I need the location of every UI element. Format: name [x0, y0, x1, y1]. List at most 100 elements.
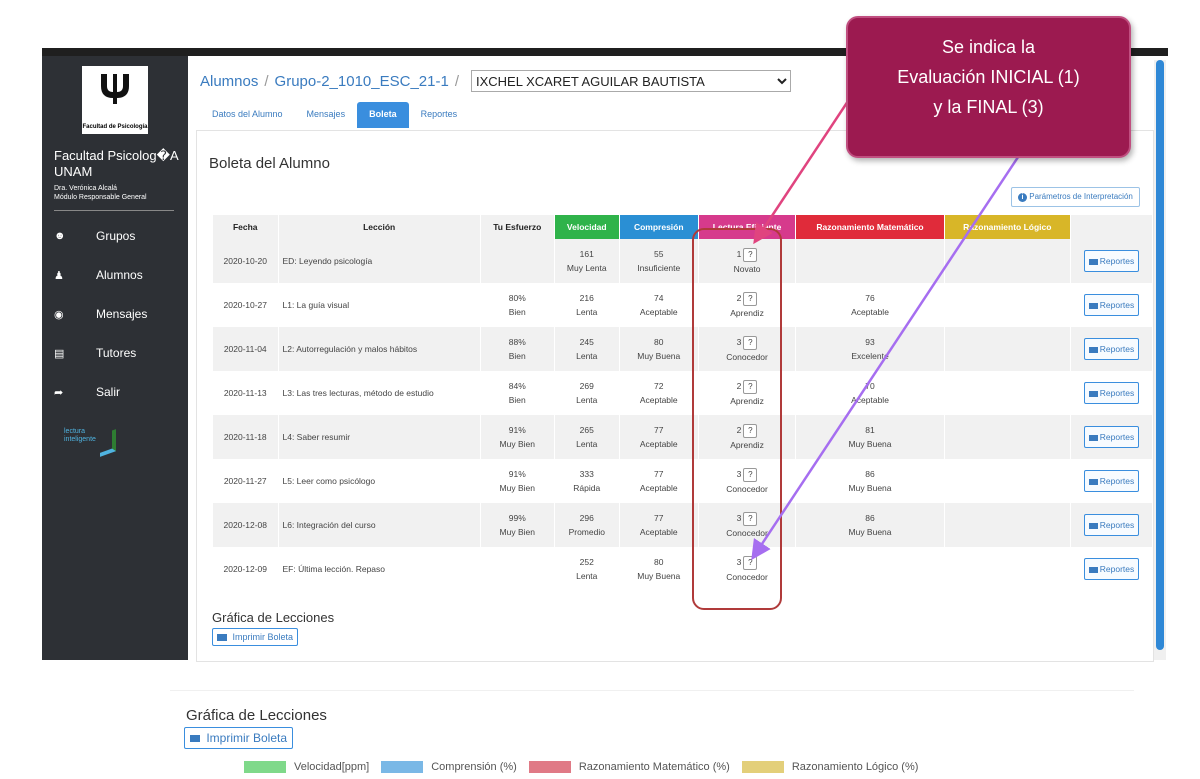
reportes-button[interactable]: Reportes	[1083, 338, 1140, 360]
sidebar-item-tutores[interactable]: ▤ Tutores	[54, 343, 136, 363]
tab-reportes[interactable]: Reportes	[409, 102, 470, 128]
reportes-button[interactable]: Reportes	[1083, 470, 1140, 492]
cell-razonamiento-logico	[944, 283, 1072, 327]
cell-leccion-text: L6: Integración del curso	[282, 520, 376, 530]
grafica-section: Gráfica de Lecciones Imprimir Boleta Vel…	[170, 690, 1134, 779]
cell-razonamiento-matematico: 93 Excelente	[795, 327, 945, 371]
cell-razonamiento-matematico-text: 86	[865, 469, 875, 479]
cell-fecha-text: 2020-11-04	[223, 344, 267, 354]
sidebar-item-mensajes[interactable]: ◉ Mensajes	[54, 304, 147, 324]
envelope-icon	[1088, 302, 1098, 309]
cell-velocidad: 333 Rápida	[554, 459, 620, 503]
cell-razonamiento-logico	[944, 459, 1072, 503]
cell-comprension-text: Aceptable	[639, 439, 678, 449]
table-row: 2020-12-09 EF: Última lección. Repaso 252 L…	[213, 547, 1153, 591]
info-icon: i	[1018, 193, 1027, 202]
grafica-title-small: Gráfica de Lecciones	[212, 610, 335, 625]
cell-razonamiento-logico	[944, 547, 1072, 591]
sidebar-item-label: Alumnos	[96, 268, 143, 282]
panel-title: Boleta del Alumno	[209, 155, 330, 172]
reportes-button[interactable]: Reportes	[1083, 250, 1140, 272]
reportes-button[interactable]: Reportes	[1083, 426, 1140, 448]
breadcrumb-alumnos[interactable]: Alumnos	[200, 73, 258, 90]
reportes-button[interactable]: Reportes	[1083, 514, 1140, 536]
tab-boleta[interactable]: Boleta	[357, 102, 409, 128]
cell-fecha: 2020-12-09	[213, 547, 279, 591]
cell-comprension-text: 80	[654, 557, 664, 567]
cell-razonamiento-matematico: 86 Muy Buena	[795, 503, 945, 547]
envelope-icon	[190, 735, 200, 743]
lectura-inteligente-logo: lectura inteligente	[64, 428, 116, 457]
cell-velocidad: 265 Lenta	[554, 415, 620, 459]
cell-esfuerzo: 91% Muy Bien	[480, 415, 555, 459]
print-boleta-button[interactable]: Imprimir Boleta	[184, 727, 294, 749]
envelope-icon	[1088, 258, 1098, 265]
breadcrumb-group[interactable]: Grupo-2_1010_ESC_21-1	[275, 73, 449, 90]
params-label: Parámetros de Interpretación	[1029, 192, 1133, 201]
callout-line-3: y la FINAL (3)	[933, 97, 1044, 117]
cell-fecha: 2020-10-27	[213, 283, 279, 327]
cell-actions: Reportes	[1070, 371, 1153, 415]
cell-fecha: 2020-11-27	[213, 459, 279, 503]
cell-leccion-text: L5: Leer como psicólogo	[282, 476, 376, 486]
column-header: Razonamiento Lógico	[944, 215, 1072, 239]
tab-mensajes[interactable]: Mensajes	[295, 102, 358, 128]
cell-comprension-text: Aceptable	[639, 395, 678, 405]
tab-datos-alumno[interactable]: Datos del Alumno	[200, 102, 295, 128]
envelope-icon	[1088, 434, 1098, 441]
cell-comprension: 80 Muy Buena	[619, 327, 699, 371]
reportes-label: Reportes	[1099, 520, 1135, 530]
envelope-icon	[1088, 478, 1098, 485]
cell-fecha-text: 2020-10-20	[223, 256, 267, 266]
sidebar-item-label: Mensajes	[96, 307, 148, 321]
cell-razonamiento-matematico-text: 70	[865, 381, 875, 391]
column-header: Razonamiento Matemático	[795, 215, 945, 239]
scrollbar[interactable]	[1154, 60, 1166, 660]
cell-velocidad-text: 161	[579, 249, 594, 259]
sidebar: Facultad de Psicología Facultad Psicolog…	[42, 56, 188, 660]
cell-razonamiento-matematico-text: Aceptable	[851, 307, 889, 317]
sidebar-item-label: Salir	[96, 385, 121, 399]
cell-actions: Reportes	[1070, 283, 1153, 327]
column-header: Velocidad	[554, 215, 620, 239]
cell-leccion: L5: Leer como psicólogo	[278, 459, 481, 503]
student-select[interactable]: IXCHEL XCARET AGUILAR BAUTISTA	[471, 70, 791, 92]
cell-velocidad: 296 Promedio	[554, 503, 620, 547]
cell-esfuerzo-text: Bien	[508, 307, 526, 317]
cell-velocidad-text: 296	[579, 513, 594, 523]
envelope-icon	[1088, 522, 1098, 529]
cell-velocidad-text: Lenta	[576, 571, 598, 581]
reportes-button[interactable]: Reportes	[1083, 382, 1140, 404]
cell-esfuerzo-text: 84%	[508, 381, 526, 391]
sidebar-item-alumnos[interactable]: ♟ Alumnos	[54, 265, 143, 285]
print-boleta-button-small[interactable]: Imprimir Boleta	[212, 628, 299, 646]
scrollbar-thumb[interactable]	[1156, 60, 1164, 650]
boleta-table: Fecha Lección Tu Esfuerzo Velocidad Compresi…	[213, 215, 1153, 591]
table-row: 2020-11-13 L3: Las tres lecturas, método …	[213, 371, 1153, 415]
cell-esfuerzo: 80% Bien	[480, 283, 555, 327]
cell-velocidad-text: 269	[579, 381, 594, 391]
cell-razonamiento-logico	[944, 503, 1072, 547]
envelope-icon	[1088, 390, 1098, 397]
cell-velocidad: 252 Lenta	[554, 547, 620, 591]
cell-comprension-text: 77	[654, 469, 664, 479]
sidebar-item-salir[interactable]: ➦ Salir	[54, 382, 120, 402]
cell-leccion: EF: Última lección. Repaso	[278, 547, 481, 591]
reportes-button[interactable]: Reportes	[1083, 558, 1140, 580]
cell-leccion: L3: Las tres lecturas, método de estudio	[278, 371, 481, 415]
params-button[interactable]: i Parámetros de Interpretación	[1011, 187, 1140, 207]
cell-razonamiento-matematico: 70 Aceptable	[795, 371, 945, 415]
column-header: Fecha	[213, 215, 279, 239]
psi-logo-icon	[101, 74, 129, 104]
users-icon: ☻	[54, 230, 66, 242]
cell-esfuerzo-text: 91%	[508, 425, 526, 435]
cell-razonamiento-matematico-text: 81	[865, 425, 875, 435]
reportes-button[interactable]: Reportes	[1083, 294, 1140, 316]
cell-comprension-text: Aceptable	[639, 527, 678, 537]
cell-comprension: 55 Insuficiente	[619, 239, 699, 283]
cell-esfuerzo	[480, 547, 555, 591]
sidebar-item-grupos[interactable]: ☻ Grupos	[54, 226, 135, 246]
envelope-icon	[1088, 566, 1098, 573]
user-info: Dra. Verónica Alcalá Módulo Responsable …	[54, 184, 147, 202]
cell-fecha: 2020-11-13	[213, 371, 279, 415]
